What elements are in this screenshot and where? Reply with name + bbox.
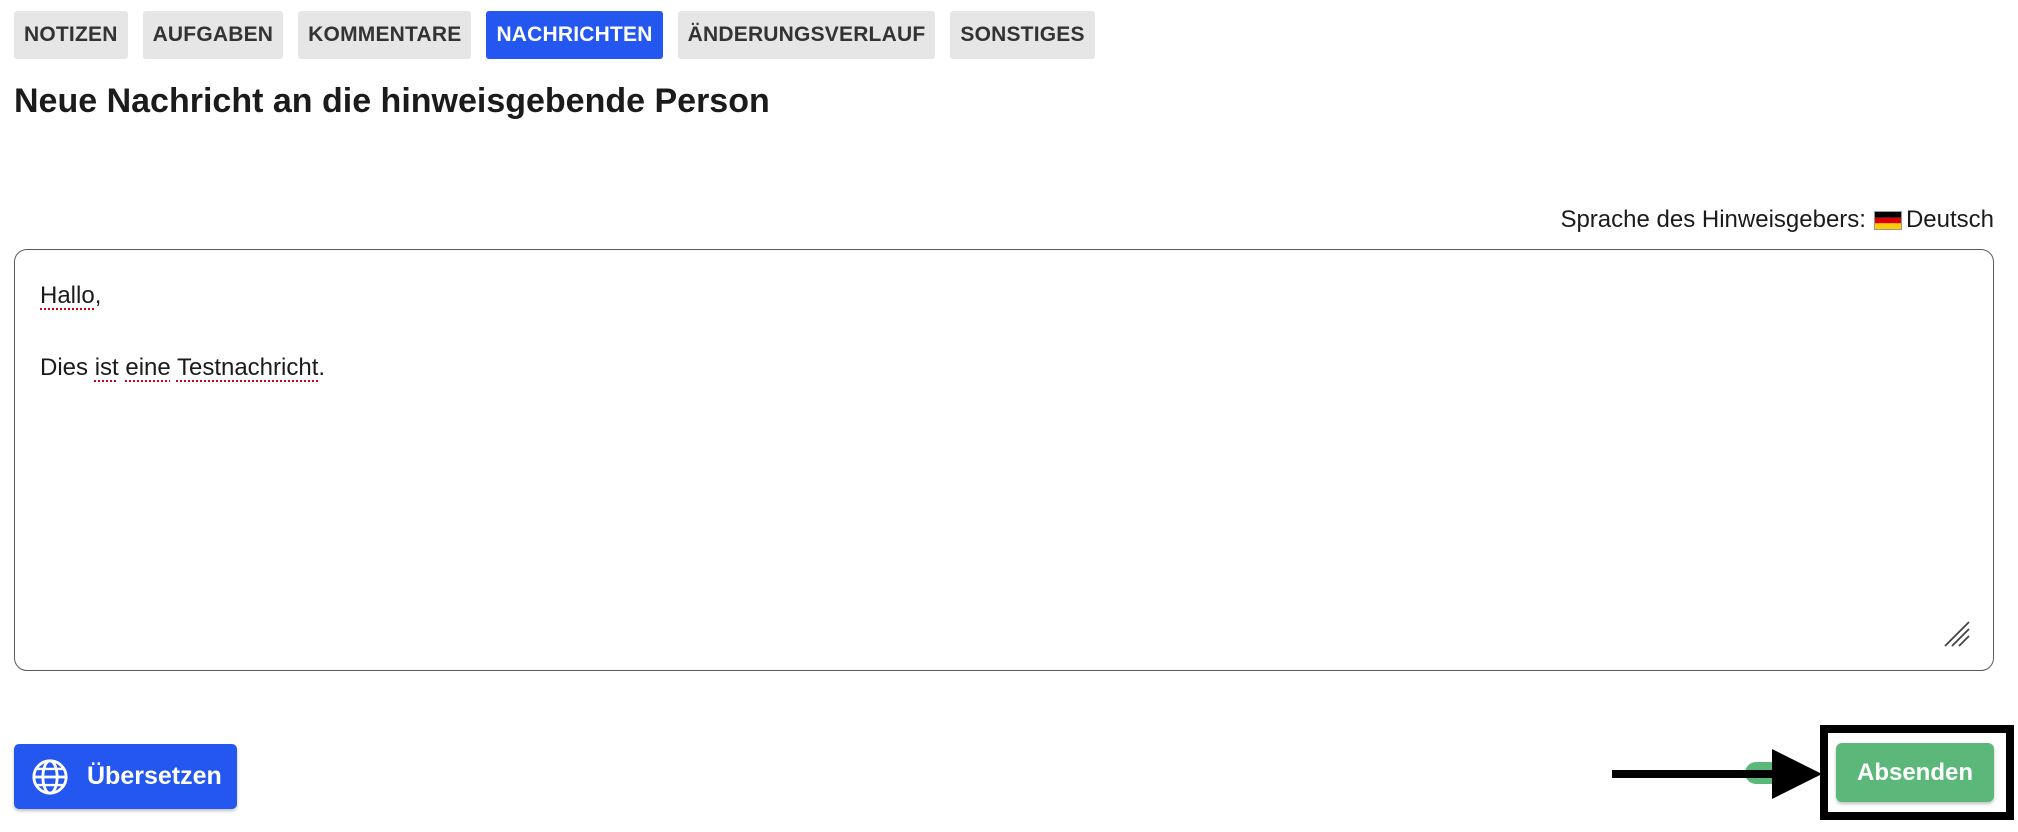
spellcheck-word: eine	[125, 354, 171, 381]
translate-button-label: Übersetzen	[87, 762, 222, 790]
reporter-language-value: Deutsch	[1905, 206, 1994, 233]
arrow-annotation-icon	[1612, 749, 1822, 799]
tab-aufgaben[interactable]: AUFGABEN	[142, 11, 284, 59]
message-line-body: Dies ist eine Testnachricht.	[40, 354, 325, 382]
spellcheck-word: Testnachricht	[176, 354, 319, 381]
spellcheck-word: ist	[94, 354, 119, 381]
message-text: Dies	[40, 354, 89, 381]
tab-nachrichten[interactable]: NACHRICHTEN	[486, 11, 663, 59]
send-button[interactable]: Absenden	[1836, 743, 1994, 802]
german-flag-icon	[1873, 210, 1902, 230]
tab-notizen[interactable]: NOTIZEN	[14, 11, 128, 59]
message-line-greeting: Hallo,	[40, 282, 101, 310]
tab-aenderungsverlauf[interactable]: ÄNDERUNGSVERLAUF	[677, 11, 936, 59]
message-text: ,	[94, 282, 102, 309]
page-title: Neue Nachricht an die hinweisgebende Per…	[14, 82, 770, 120]
tab-kommentare[interactable]: KOMMENTARE	[298, 11, 472, 59]
send-button-label: Absenden	[1856, 758, 1973, 786]
message-text: .	[318, 354, 326, 381]
tab-bar: NOTIZEN AUFGABEN KOMMENTARE NACHRICHTEN …	[14, 11, 1095, 59]
tab-sonstiges[interactable]: SONSTIGES	[950, 11, 1095, 59]
reporter-language: Sprache des Hinweisgebers: Deutsch	[1560, 206, 1994, 234]
translate-button[interactable]: Übersetzen	[14, 744, 237, 809]
resize-handle-icon[interactable]	[1941, 618, 1971, 648]
message-textarea[interactable]: Hallo, Dies ist eine Testnachricht.	[14, 249, 1994, 671]
globe-icon	[32, 758, 68, 795]
message-page: NOTIZEN AUFGABEN KOMMENTARE NACHRICHTEN …	[0, 0, 2018, 832]
reporter-language-label: Sprache des Hinweisgebers:	[1560, 206, 1866, 233]
spellcheck-word: Hallo	[40, 282, 95, 309]
